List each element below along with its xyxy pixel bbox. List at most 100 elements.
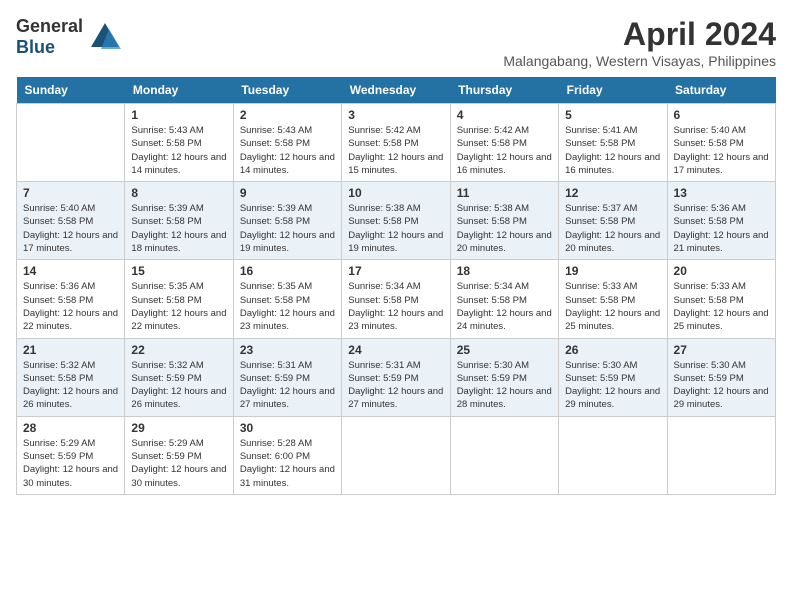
- cell-info: Sunrise: 5:43 AMSunset: 5:58 PMDaylight:…: [131, 124, 226, 177]
- calendar-cell: [450, 416, 558, 494]
- cell-info: Sunrise: 5:37 AMSunset: 5:58 PMDaylight:…: [565, 202, 660, 255]
- cell-info: Sunrise: 5:35 AMSunset: 5:58 PMDaylight:…: [131, 280, 226, 333]
- month-year: April 2024: [503, 16, 776, 53]
- calendar-cell: 29 Sunrise: 5:29 AMSunset: 5:59 PMDayligh…: [125, 416, 233, 494]
- weekday-header-saturday: Saturday: [667, 77, 775, 104]
- cell-info: Sunrise: 5:30 AMSunset: 5:59 PMDaylight:…: [674, 359, 769, 412]
- cell-info: Sunrise: 5:42 AMSunset: 5:58 PMDaylight:…: [457, 124, 552, 177]
- calendar-week-2: 7 Sunrise: 5:40 AMSunset: 5:58 PMDaylight…: [17, 182, 776, 260]
- date-number: 14: [23, 264, 118, 278]
- calendar-cell: [559, 416, 667, 494]
- date-number: 20: [674, 264, 769, 278]
- calendar-cell: 17 Sunrise: 5:34 AMSunset: 5:58 PMDayligh…: [342, 260, 450, 338]
- date-number: 10: [348, 186, 443, 200]
- logo: General Blue: [16, 16, 123, 58]
- date-number: 13: [674, 186, 769, 200]
- logo-text: General Blue: [16, 16, 83, 58]
- date-number: 9: [240, 186, 335, 200]
- calendar-cell: 3 Sunrise: 5:42 AMSunset: 5:58 PMDaylight…: [342, 104, 450, 182]
- calendar-cell: 23 Sunrise: 5:31 AMSunset: 5:59 PMDayligh…: [233, 338, 341, 416]
- cell-info: Sunrise: 5:42 AMSunset: 5:58 PMDaylight:…: [348, 124, 443, 177]
- date-number: 7: [23, 186, 118, 200]
- date-number: 12: [565, 186, 660, 200]
- date-number: 30: [240, 421, 335, 435]
- cell-info: Sunrise: 5:38 AMSunset: 5:58 PMDaylight:…: [457, 202, 552, 255]
- cell-info: Sunrise: 5:34 AMSunset: 5:58 PMDaylight:…: [457, 280, 552, 333]
- cell-info: Sunrise: 5:35 AMSunset: 5:58 PMDaylight:…: [240, 280, 335, 333]
- page-header: General Blue April 2024 Malangabang, Wes…: [16, 16, 776, 69]
- date-number: 16: [240, 264, 335, 278]
- calendar-cell: 4Sunrise: 5:42 AMSunset: 5:58 PMDaylight…: [450, 104, 558, 182]
- cell-info: Sunrise: 5:32 AMSunset: 5:59 PMDaylight:…: [131, 359, 226, 412]
- date-number: 3: [348, 108, 443, 122]
- calendar-cell: 2 Sunrise: 5:43 AMSunset: 5:58 PMDaylight…: [233, 104, 341, 182]
- calendar-cell: 11Sunrise: 5:38 AMSunset: 5:58 PMDayligh…: [450, 182, 558, 260]
- cell-info: Sunrise: 5:33 AMSunset: 5:58 PMDaylight:…: [565, 280, 660, 333]
- cell-info: Sunrise: 5:29 AMSunset: 5:59 PMDaylight:…: [131, 437, 226, 490]
- calendar-week-1: 1 Sunrise: 5:43 AMSunset: 5:58 PMDaylight…: [17, 104, 776, 182]
- cell-info: Sunrise: 5:33 AMSunset: 5:58 PMDaylight:…: [674, 280, 769, 333]
- cell-info: Sunrise: 5:41 AMSunset: 5:58 PMDaylight:…: [565, 124, 660, 177]
- calendar-cell: [667, 416, 775, 494]
- calendar-cell: 24Sunrise: 5:31 AMSunset: 5:59 PMDayligh…: [342, 338, 450, 416]
- cell-info: Sunrise: 5:28 AMSunset: 6:00 PMDaylight:…: [240, 437, 335, 490]
- weekday-header-monday: Monday: [125, 77, 233, 104]
- calendar-cell: 15 Sunrise: 5:35 AMSunset: 5:58 PMDayligh…: [125, 260, 233, 338]
- calendar-cell: 19 Sunrise: 5:33 AMSunset: 5:58 PMDayligh…: [559, 260, 667, 338]
- weekday-header-wednesday: Wednesday: [342, 77, 450, 104]
- calendar-week-3: 14 Sunrise: 5:36 AMSunset: 5:58 PMDayligh…: [17, 260, 776, 338]
- calendar-cell: 30 Sunrise: 5:28 AMSunset: 6:00 PMDayligh…: [233, 416, 341, 494]
- logo-blue: Blue: [16, 37, 55, 57]
- calendar-cell: 22 Sunrise: 5:32 AMSunset: 5:59 PMDayligh…: [125, 338, 233, 416]
- date-number: 5: [565, 108, 660, 122]
- date-number: 23: [240, 343, 335, 357]
- calendar-cell: 10 Sunrise: 5:38 AMSunset: 5:58 PMDayligh…: [342, 182, 450, 260]
- calendar-cell: 20 Sunrise: 5:33 AMSunset: 5:58 PMDayligh…: [667, 260, 775, 338]
- date-number: 15: [131, 264, 226, 278]
- logo-general: General: [16, 16, 83, 36]
- cell-info: Sunrise: 5:43 AMSunset: 5:58 PMDaylight:…: [240, 124, 335, 177]
- calendar-cell: 27 Sunrise: 5:30 AMSunset: 5:59 PMDayligh…: [667, 338, 775, 416]
- calendar-week-4: 21 Sunrise: 5:32 AMSunset: 5:58 PMDayligh…: [17, 338, 776, 416]
- cell-info: Sunrise: 5:32 AMSunset: 5:58 PMDaylight:…: [23, 359, 118, 412]
- location: Malangabang, Western Visayas, Philippine…: [503, 53, 776, 69]
- cell-info: Sunrise: 5:34 AMSunset: 5:58 PMDaylight:…: [348, 280, 443, 333]
- weekday-header-friday: Friday: [559, 77, 667, 104]
- cell-info: Sunrise: 5:30 AMSunset: 5:59 PMDaylight:…: [565, 359, 660, 412]
- title-block: April 2024 Malangabang, Western Visayas,…: [503, 16, 776, 69]
- calendar-cell: 5 Sunrise: 5:41 AMSunset: 5:58 PMDaylight…: [559, 104, 667, 182]
- cell-info: Sunrise: 5:31 AMSunset: 5:59 PMDaylight:…: [240, 359, 335, 412]
- date-number: 2: [240, 108, 335, 122]
- date-number: 17: [348, 264, 443, 278]
- date-number: 27: [674, 343, 769, 357]
- date-number: 21: [23, 343, 118, 357]
- calendar-cell: [342, 416, 450, 494]
- calendar-cell: 13Sunrise: 5:36 AMSunset: 5:58 PMDayligh…: [667, 182, 775, 260]
- cell-info: Sunrise: 5:39 AMSunset: 5:58 PMDaylight:…: [240, 202, 335, 255]
- calendar-table: SundayMondayTuesdayWednesdayThursdayFrid…: [16, 77, 776, 495]
- weekday-header-thursday: Thursday: [450, 77, 558, 104]
- date-number: 25: [457, 343, 552, 357]
- calendar-cell: 12 Sunrise: 5:37 AMSunset: 5:58 PMDayligh…: [559, 182, 667, 260]
- date-number: 22: [131, 343, 226, 357]
- cell-info: Sunrise: 5:36 AMSunset: 5:58 PMDaylight:…: [23, 280, 118, 333]
- date-number: 1: [131, 108, 226, 122]
- cell-info: Sunrise: 5:38 AMSunset: 5:58 PMDaylight:…: [348, 202, 443, 255]
- calendar-cell: 18Sunrise: 5:34 AMSunset: 5:58 PMDayligh…: [450, 260, 558, 338]
- date-number: 19: [565, 264, 660, 278]
- weekday-header-sunday: Sunday: [17, 77, 125, 104]
- logo-icon: [87, 19, 123, 55]
- calendar-cell: 6 Sunrise: 5:40 AMSunset: 5:58 PMDaylight…: [667, 104, 775, 182]
- calendar-cell: 1 Sunrise: 5:43 AMSunset: 5:58 PMDaylight…: [125, 104, 233, 182]
- calendar-cell: 26Sunrise: 5:30 AMSunset: 5:59 PMDayligh…: [559, 338, 667, 416]
- cell-info: Sunrise: 5:40 AMSunset: 5:58 PMDaylight:…: [23, 202, 118, 255]
- weekday-header-tuesday: Tuesday: [233, 77, 341, 104]
- date-number: 24: [348, 343, 443, 357]
- cell-info: Sunrise: 5:40 AMSunset: 5:58 PMDaylight:…: [674, 124, 769, 177]
- calendar-cell: 21 Sunrise: 5:32 AMSunset: 5:58 PMDayligh…: [17, 338, 125, 416]
- date-number: 29: [131, 421, 226, 435]
- calendar-cell: 8Sunrise: 5:39 AMSunset: 5:58 PMDaylight…: [125, 182, 233, 260]
- date-number: 6: [674, 108, 769, 122]
- date-number: 28: [23, 421, 118, 435]
- cell-info: Sunrise: 5:29 AMSunset: 5:59 PMDaylight:…: [23, 437, 118, 490]
